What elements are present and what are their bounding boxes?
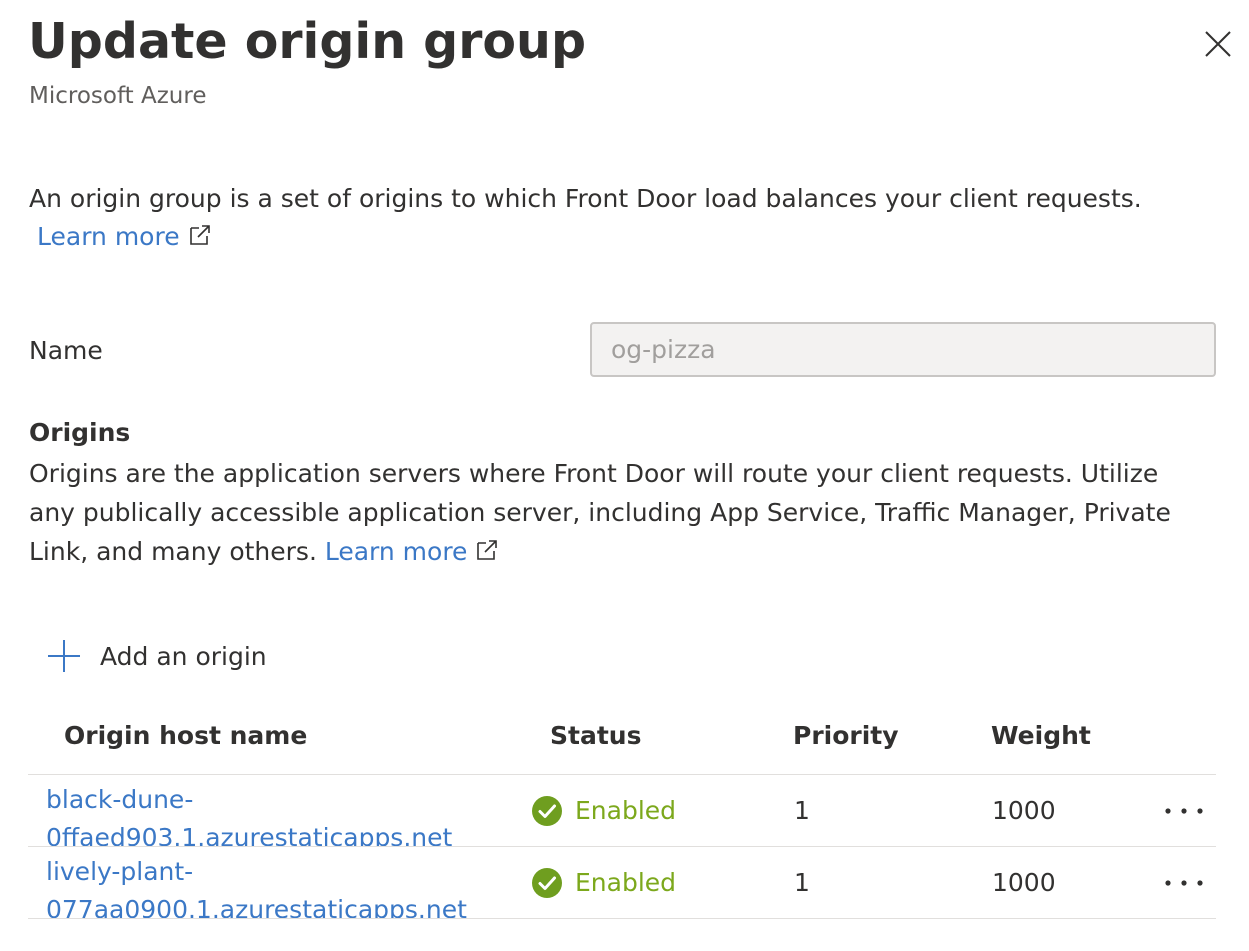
- origin-host-name-part: 077aa0900.1.azurestaticapps.net: [46, 895, 467, 919]
- origins-learn-more-link[interactable]: Learn more: [325, 537, 500, 566]
- name-field[interactable]: [590, 322, 1216, 377]
- more-horizontal-icon: [1165, 808, 1203, 814]
- origin-host-name-part: 0ffaed903.1.azurestaticapps.net: [46, 823, 453, 847]
- intro-text: An origin group is a set of origins to w…: [29, 184, 1142, 213]
- origins-description: Origins are the application servers wher…: [29, 454, 1229, 571]
- origins-learn-more-label: Learn more: [324, 537, 468, 566]
- origins-description-line: any publically accessible application se…: [29, 498, 1171, 527]
- origins-description-line: Origins are the application servers wher…: [29, 459, 1159, 488]
- page-title: Update origin group: [28, 13, 587, 70]
- origins-description-line-last: Link, and many others. Learn more: [29, 532, 1229, 571]
- origins-section-title: Origins: [29, 418, 131, 447]
- column-header-origin-host-name[interactable]: Origin host name: [64, 718, 307, 754]
- status-badge: Enabled: [531, 865, 676, 901]
- priority-value: 1: [794, 796, 810, 825]
- check-circle-icon: [532, 796, 562, 826]
- origins-table: Origin host name Status Priority Weight …: [28, 712, 1216, 919]
- name-field-label: Name: [29, 336, 103, 365]
- more-actions-button[interactable]: [1162, 797, 1206, 825]
- add-origin-button[interactable]: Add an origin: [46, 636, 267, 676]
- update-origin-group-panel: Update origin group Microsoft Azure An o…: [0, 0, 1249, 951]
- weight-value: 1000: [992, 868, 1056, 897]
- column-header-priority[interactable]: Priority: [793, 718, 899, 754]
- status-text: Enabled: [575, 868, 677, 897]
- more-horizontal-icon: [1165, 880, 1203, 886]
- origin-host-name-part: lively-plant-: [46, 857, 194, 886]
- priority-value: 1: [794, 868, 810, 897]
- close-icon: [1205, 31, 1231, 57]
- column-header-status[interactable]: Status: [550, 718, 641, 754]
- table-row: black-dune- 0ffaed903.1.azurestaticapps.…: [28, 775, 1216, 847]
- column-header-weight[interactable]: Weight: [991, 718, 1091, 754]
- check-circle-icon: [532, 868, 562, 898]
- close-button[interactable]: [1198, 24, 1238, 64]
- status-text: Enabled: [575, 796, 677, 825]
- intro-learn-more-link[interactable]: Learn more: [37, 222, 212, 251]
- table-row: lively-plant- 077aa0900.1.azurestaticapp…: [28, 847, 1216, 919]
- origin-host-name-part: black-dune-: [46, 785, 194, 814]
- origins-description-text: Link, and many others.: [29, 537, 317, 566]
- external-link-icon: [477, 540, 498, 560]
- more-actions-button[interactable]: [1162, 869, 1206, 897]
- page-subtitle: Microsoft Azure: [29, 83, 207, 109]
- origin-host-link[interactable]: lively-plant- 077aa0900.1.azurestaticapp…: [46, 853, 506, 919]
- plus-icon: [48, 640, 80, 672]
- external-link-icon: [189, 225, 210, 245]
- origins-table-header: Origin host name Status Priority Weight: [28, 712, 1216, 775]
- intro-learn-more-label: Learn more: [37, 222, 180, 251]
- add-origin-label: Add an origin: [100, 641, 267, 671]
- origin-host-link[interactable]: black-dune- 0ffaed903.1.azurestaticapps.…: [46, 781, 506, 847]
- status-badge: Enabled: [531, 793, 676, 829]
- weight-value: 1000: [992, 796, 1056, 825]
- intro-description: An origin group is a set of origins to w…: [29, 180, 1229, 256]
